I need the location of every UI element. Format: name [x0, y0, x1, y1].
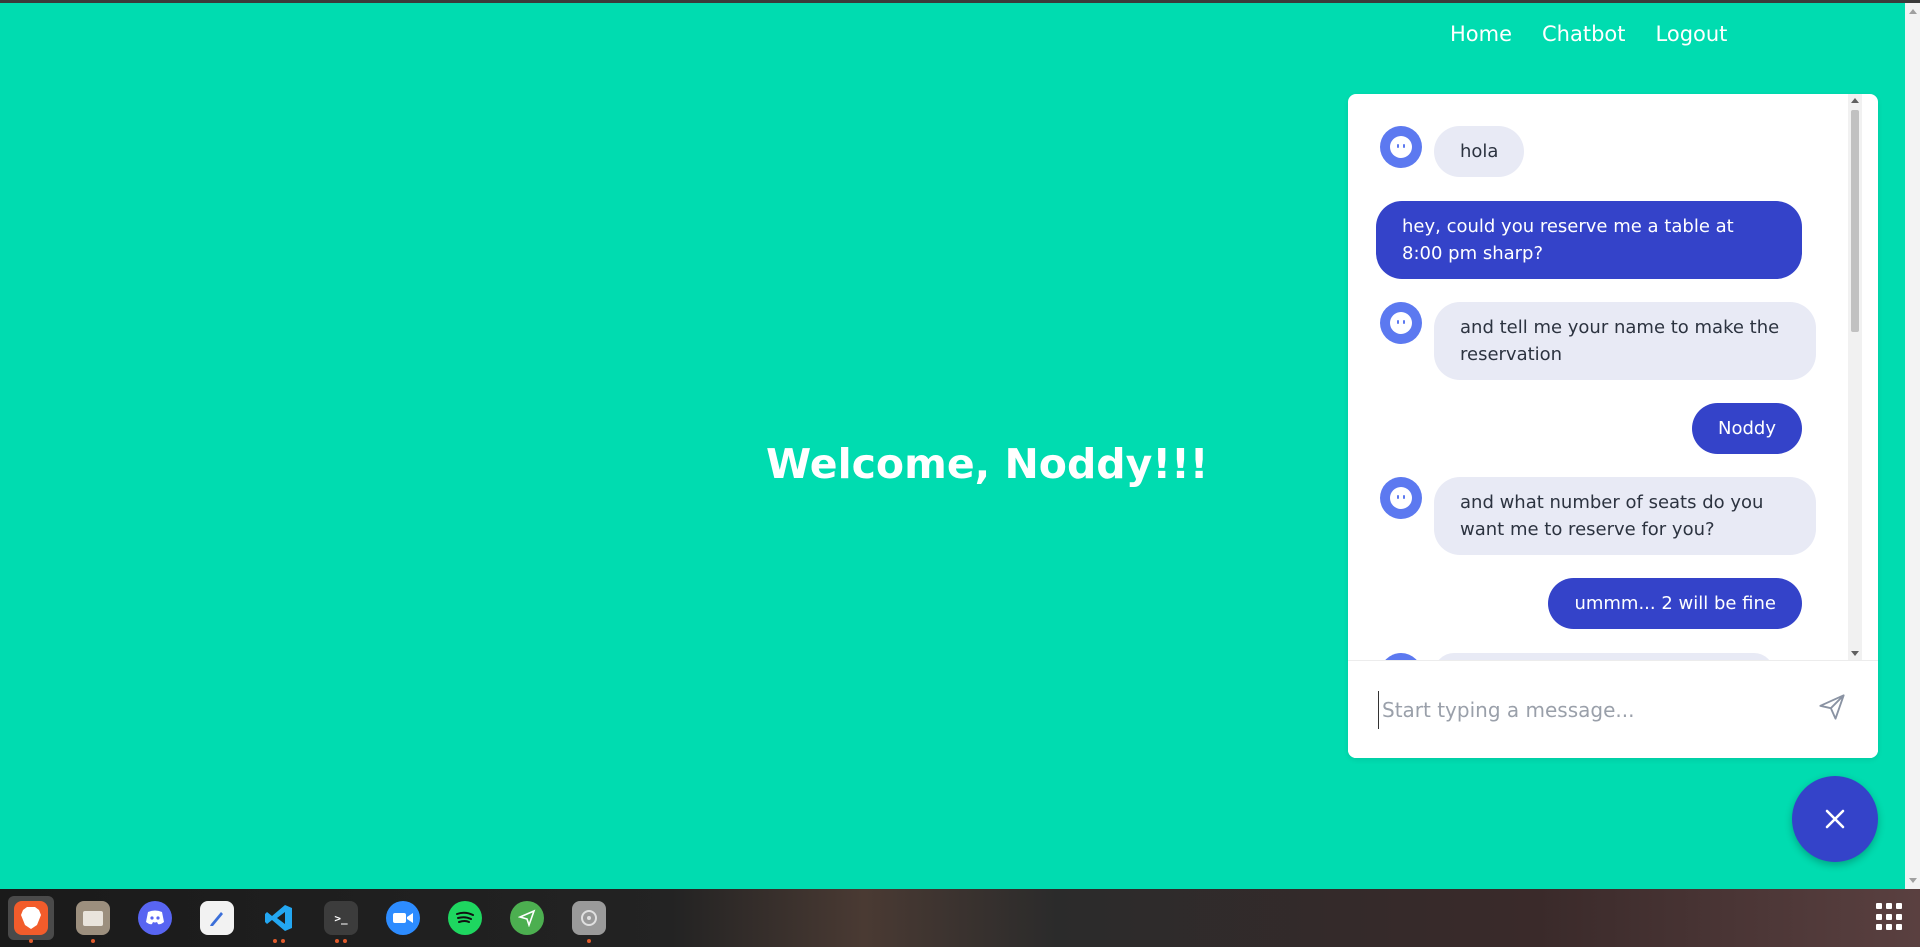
bot-message-bubble: and what number of seats do you want me … — [1434, 477, 1816, 555]
close-chat-button[interactable] — [1792, 776, 1878, 862]
zoom-icon — [386, 901, 420, 935]
bot-message-bubble: hola — [1434, 126, 1525, 177]
taskbar-item[interactable] — [132, 896, 178, 940]
nav-chatbot-link[interactable]: Chatbot — [1542, 22, 1626, 46]
bot-avatar-icon — [1380, 653, 1422, 660]
terminal-icon: >_ — [324, 901, 358, 935]
chat-scroll-down-icon[interactable] — [1851, 651, 1859, 656]
message-input[interactable] — [1378, 691, 1804, 729]
bot-avatar-icon — [1380, 302, 1422, 344]
taskbar-item[interactable] — [8, 896, 54, 943]
discord-icon — [138, 901, 172, 935]
taskbar-item[interactable] — [194, 896, 240, 940]
user-message-bubble: hey, could you reserve me a table at 8:0… — [1376, 201, 1802, 279]
taskbar-item[interactable]: >_ — [318, 896, 364, 943]
bot-avatar-icon — [1380, 126, 1422, 168]
send-icon[interactable] — [1818, 693, 1846, 721]
taskbar-item[interactable] — [256, 896, 302, 943]
bot-message-bubble — [1434, 653, 1774, 660]
chat-input-area — [1348, 660, 1878, 758]
welcome-heading: Welcome, Noddy!!! — [766, 440, 1209, 488]
brave-browser-icon — [14, 901, 48, 935]
text-editor-icon — [200, 901, 234, 935]
scroll-up-icon[interactable] — [1909, 9, 1917, 14]
chat-scrollbar[interactable] — [1848, 94, 1862, 660]
disk-icon — [572, 901, 606, 935]
telegram-icon — [510, 901, 544, 935]
taskbar-item[interactable] — [504, 896, 550, 940]
bot-message-bubble: and tell me your name to make the reserv… — [1434, 302, 1816, 380]
taskbar-item[interactable] — [442, 896, 488, 940]
nav-home-link[interactable]: Home — [1450, 22, 1512, 46]
user-message-bubble: ummm... 2 will be fine — [1548, 578, 1802, 629]
chat-messages[interactable]: hola hey, could you reserve me a table a… — [1348, 94, 1862, 660]
close-icon — [1825, 809, 1845, 829]
taskbar-item[interactable] — [70, 896, 116, 943]
top-nav: Home Chatbot Logout — [1450, 22, 1727, 46]
taskbar-item[interactable] — [566, 896, 612, 943]
chat-scroll-thumb[interactable] — [1851, 110, 1859, 332]
files-icon — [76, 901, 110, 935]
chat-scroll-up-icon[interactable] — [1851, 98, 1859, 103]
user-message-bubble: Noddy — [1692, 403, 1802, 454]
spotify-icon — [448, 901, 482, 935]
chat-window: hola hey, could you reserve me a table a… — [1348, 94, 1878, 758]
scroll-down-icon[interactable] — [1909, 878, 1917, 883]
bot-avatar-icon — [1380, 477, 1422, 519]
taskbar-item[interactable] — [380, 896, 426, 940]
nav-logout-link[interactable]: Logout — [1656, 22, 1728, 46]
apps-grid-icon[interactable] — [1876, 903, 1904, 931]
page-scrollbar[interactable] — [1905, 3, 1920, 889]
vscode-icon — [262, 901, 296, 935]
taskbar: >_ — [0, 889, 1920, 947]
